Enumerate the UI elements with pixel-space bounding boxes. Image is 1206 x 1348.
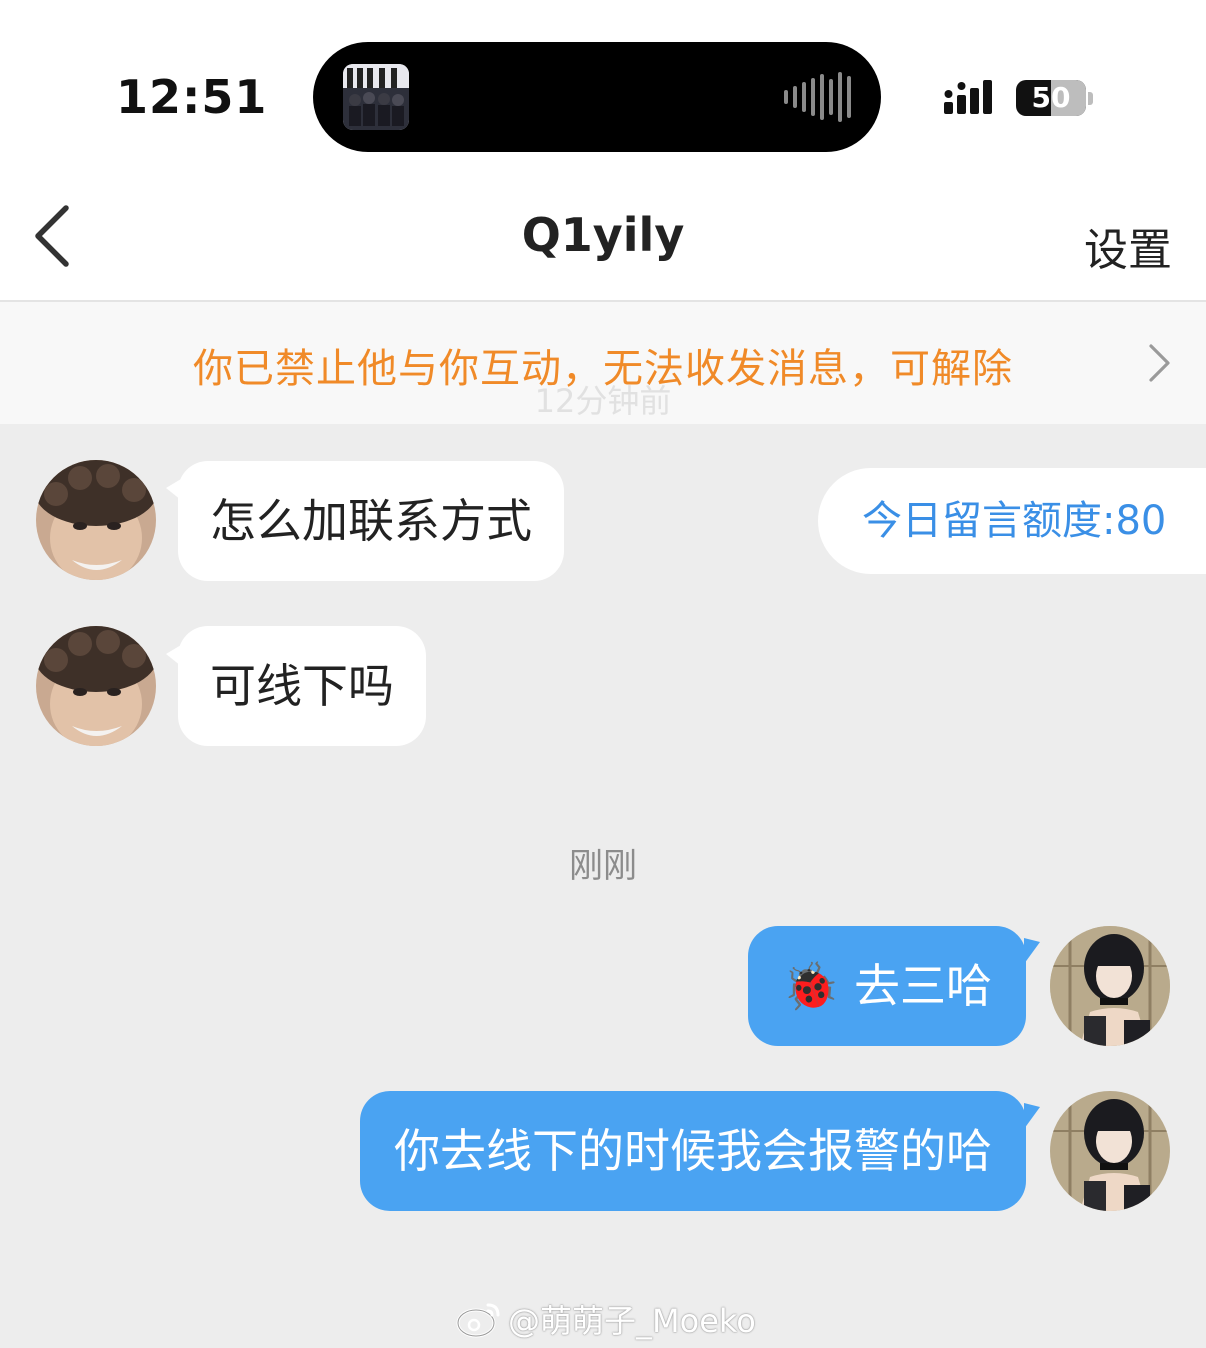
battery-nub bbox=[1088, 92, 1093, 105]
status-bar: 12:51 50 bbox=[0, 0, 1206, 170]
message-quota-badge[interactable]: 今日留言额度:80 bbox=[818, 468, 1206, 574]
weibo-watermark: @萌萌子_Moeko bbox=[456, 1296, 756, 1342]
outgoing-message-bubble[interactable]: 你去线下的时候我会报警的哈 bbox=[360, 1091, 1026, 1211]
watermark-text: @萌萌子_Moeko bbox=[508, 1302, 756, 1340]
bubble-tail bbox=[1024, 1103, 1040, 1129]
block-notice-banner[interactable]: 12分钟前 你已禁止他与你互动，无法收发消息，可解除 bbox=[0, 302, 1206, 424]
album-art-icon bbox=[343, 64, 409, 130]
weibo-logo-icon bbox=[456, 1303, 500, 1338]
conversation-title: Q1yily bbox=[521, 208, 685, 262]
ladybug-icon: 🐞 bbox=[782, 959, 840, 1013]
battery-icon: 50 bbox=[1016, 80, 1086, 116]
sender-avatar[interactable] bbox=[36, 460, 156, 580]
outgoing-message-text: 去三哈 bbox=[854, 959, 992, 1013]
bubble-tail bbox=[1024, 938, 1040, 964]
time-divider: 刚刚 bbox=[569, 846, 637, 886]
my-avatar[interactable] bbox=[1050, 1091, 1170, 1211]
incoming-message-bubble[interactable]: 怎么加联系方式 bbox=[178, 461, 564, 581]
cellular-signal-icon bbox=[944, 78, 1000, 118]
block-notice-text: 你已禁止他与你互动，无法收发消息，可解除 bbox=[193, 346, 1013, 392]
my-avatar[interactable] bbox=[1050, 926, 1170, 1046]
nav-bar: Q1yily 设置 bbox=[0, 170, 1206, 300]
incoming-message-bubble[interactable]: 可线下吗 bbox=[178, 626, 426, 746]
battery-level: 50 bbox=[1031, 81, 1071, 114]
settings-button[interactable]: 设置 bbox=[1084, 214, 1172, 278]
audio-waveform-icon bbox=[784, 72, 851, 122]
outgoing-message-bubble[interactable]: 🐞 去三哈 bbox=[748, 926, 1026, 1046]
status-time: 12:51 bbox=[116, 70, 268, 124]
dynamic-island[interactable] bbox=[313, 42, 881, 152]
chevron-right-icon bbox=[1149, 344, 1170, 382]
sender-avatar[interactable] bbox=[36, 626, 156, 746]
